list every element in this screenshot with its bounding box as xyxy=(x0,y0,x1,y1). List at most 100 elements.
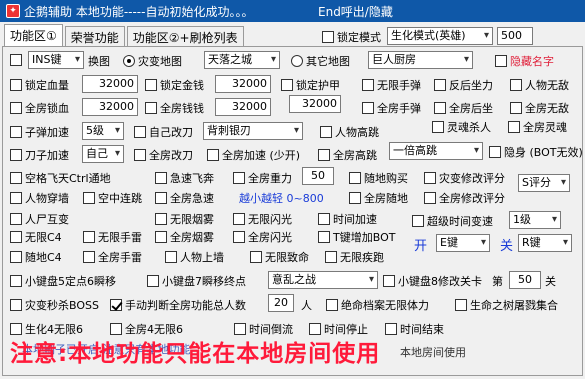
air-combo-box[interactable] xyxy=(83,192,95,204)
lock-mode-checkbox[interactable]: 锁定模式 xyxy=(322,29,381,45)
ins-key-checkbox[interactable] xyxy=(10,53,22,66)
t-bot-checkbox[interactable]: T键增加BOT xyxy=(318,229,395,245)
ins-key-box[interactable] xyxy=(10,54,22,66)
knife-speed-box[interactable] xyxy=(10,149,22,161)
full-room-invincible-box[interactable] xyxy=(510,102,522,114)
no-grenade-checkbox[interactable]: 无限手雷 xyxy=(83,229,142,245)
no-grenade-box[interactable] xyxy=(83,231,95,243)
no-c4-box[interactable] xyxy=(10,231,22,243)
char-invincible-box[interactable] xyxy=(510,79,522,91)
mini5-box[interactable] xyxy=(10,275,22,287)
mini7-checkbox[interactable]: 小键盘7瞬移终点 xyxy=(147,273,246,289)
lock-gold-checkbox[interactable]: 锁定金钱 xyxy=(145,77,204,93)
knife-select[interactable]: 背刺银刃 xyxy=(203,122,303,140)
full-grenade-checkbox[interactable]: 全房手雷 xyxy=(83,249,142,265)
full-room-sprint-box[interactable] xyxy=(155,192,167,204)
no-recoil-checkbox[interactable]: 反后坐力 xyxy=(434,77,493,93)
full-room-anywhere-box[interactable] xyxy=(349,192,361,204)
manual-total-checkbox[interactable]: 手动判断全房功能总人数 xyxy=(110,297,246,313)
full-room-knife-box[interactable] xyxy=(134,149,146,161)
lock-value-input[interactable]: 32000 xyxy=(82,98,138,116)
bullet-speed-checkbox[interactable]: 子弹加速 xyxy=(10,124,69,140)
full-room-score-checkbox[interactable]: 全房修改评分 xyxy=(424,190,505,206)
full-room-jump-box[interactable] xyxy=(318,149,330,161)
gravity-value-input[interactable]: 50 xyxy=(302,167,334,185)
other-map-radio[interactable]: 其它地图 xyxy=(291,53,350,69)
hp-value-input[interactable]: 32000 xyxy=(82,75,138,93)
full-flash-checkbox[interactable]: 全房闪光 xyxy=(233,229,292,245)
mini8-box[interactable] xyxy=(383,275,395,287)
open-key-select[interactable]: E键 xyxy=(436,234,490,252)
pvp-checkbox[interactable]: 人尸互变 xyxy=(10,211,69,227)
tree-combo-checkbox[interactable]: 生命之树屠戮集合 xyxy=(455,297,558,313)
no-c4-checkbox[interactable]: 无限C4 xyxy=(10,229,62,245)
full-room-lock-checkbox[interactable]: 全房锁血 xyxy=(10,100,69,116)
archive-hp-box[interactable] xyxy=(326,299,338,311)
time-speed-checkbox[interactable]: 时间加速 xyxy=(318,211,377,227)
disaster-score-box[interactable] xyxy=(424,172,436,184)
mode-number-input[interactable]: 500 xyxy=(497,27,533,45)
ctrl-fly-checkbox[interactable]: 空格飞天Ctrl通地 xyxy=(10,170,111,186)
wall-hack-box[interactable] xyxy=(10,192,22,204)
hide-name-checkbox[interactable]: 隐藏名字 xyxy=(495,53,554,69)
super-time-select[interactable]: 1级 xyxy=(509,211,561,229)
full-grenade-box[interactable] xyxy=(83,251,95,263)
extra-value-input[interactable]: 32000 xyxy=(289,95,341,113)
full-room-grenade-checkbox[interactable]: 全房手弹 xyxy=(362,100,421,116)
full-smoke-box[interactable] xyxy=(155,231,167,243)
full-room-lock-box[interactable] xyxy=(10,102,22,114)
no-disease-box[interactable] xyxy=(325,251,337,263)
total-value-input[interactable]: 20 xyxy=(268,294,294,312)
full-room-speed-box[interactable] xyxy=(207,149,219,161)
other-map-select[interactable]: 巨人厨房 xyxy=(368,51,473,69)
disaster-boss-checkbox[interactable]: 灾变秒杀BOSS xyxy=(10,297,99,313)
buy-anywhere-box[interactable] xyxy=(349,172,361,184)
pvp-box[interactable] xyxy=(10,213,22,225)
time-speed-box[interactable] xyxy=(318,213,330,225)
char-invincible-checkbox[interactable]: 人物无敌 xyxy=(510,77,569,93)
no-smoke-checkbox[interactable]: 无限烟雾 xyxy=(155,211,214,227)
super-time-box[interactable] xyxy=(412,215,424,227)
full-room-anywhere-checkbox[interactable]: 全房随地 xyxy=(349,190,408,206)
full-room-knife-checkbox[interactable]: 全房改刀 xyxy=(134,147,193,163)
full-room-invincible-checkbox[interactable]: 全房无敌 xyxy=(510,100,569,116)
hide-name-box[interactable] xyxy=(495,55,507,67)
tab-function-1[interactable]: 功能区① xyxy=(4,24,63,47)
sprint-fly-box[interactable] xyxy=(155,172,167,184)
invisible-box[interactable] xyxy=(489,146,501,158)
ghost-kill-box[interactable] xyxy=(432,121,444,133)
mini8-checkbox[interactable]: 小键盘8修改关卡 xyxy=(383,273,482,289)
knife-speed-select[interactable]: 自己 xyxy=(82,145,124,163)
lock-armor-checkbox[interactable]: 锁定护甲 xyxy=(281,77,340,93)
disaster-score-checkbox[interactable]: 灾变修改评分 xyxy=(424,170,505,186)
char-climb-box[interactable] xyxy=(165,251,177,263)
lock-hp-checkbox[interactable]: 锁定血量 xyxy=(10,77,69,93)
tree-combo-box[interactable] xyxy=(455,299,467,311)
full-room-gold-checkbox[interactable]: 全房钱钱 xyxy=(145,100,204,116)
time-end-box[interactable] xyxy=(385,323,397,335)
no-disease-checkbox[interactable]: 无限疾跑 xyxy=(325,249,384,265)
full-room-score-box[interactable] xyxy=(424,192,436,204)
disaster-map-select[interactable]: 天落之城 xyxy=(204,51,280,69)
gold-value-input[interactable]: 32000 xyxy=(215,75,271,93)
mini7-box[interactable] xyxy=(147,275,159,287)
no-flash-checkbox[interactable]: 无限闪光 xyxy=(233,211,292,227)
tab-honor[interactable]: 荣誉功能 xyxy=(64,26,125,47)
full-room-grenade-box[interactable] xyxy=(362,102,374,114)
mini7-select[interactable]: 意乱之战 xyxy=(268,271,378,289)
ghost-kill-checkbox[interactable]: 灵魂杀人 xyxy=(432,119,491,135)
full-room-sprint-checkbox[interactable]: 全房急速 xyxy=(155,190,214,206)
invisible-checkbox[interactable]: 隐身 (BOT无效) xyxy=(489,144,583,160)
jump-select[interactable]: 一倍高跳 xyxy=(389,142,483,160)
no-fatal-checkbox[interactable]: 无限致命 xyxy=(250,249,309,265)
knife-speed-checkbox[interactable]: 刀子加速 xyxy=(10,147,69,163)
t-bot-box[interactable] xyxy=(318,231,330,243)
disaster-map-radio[interactable]: 灾变地图 xyxy=(123,53,182,69)
disaster-map-radio-dot[interactable] xyxy=(123,55,135,67)
full-room-jump-checkbox[interactable]: 全房高跳 xyxy=(318,147,377,163)
full-smoke-checkbox[interactable]: 全房烟雾 xyxy=(155,229,214,245)
lock-armor-box[interactable] xyxy=(281,79,293,91)
full-room-gravity-box[interactable] xyxy=(233,172,245,184)
close-key-select[interactable]: R键 xyxy=(518,234,572,252)
full-gold-value-input[interactable]: 32000 xyxy=(215,98,271,116)
